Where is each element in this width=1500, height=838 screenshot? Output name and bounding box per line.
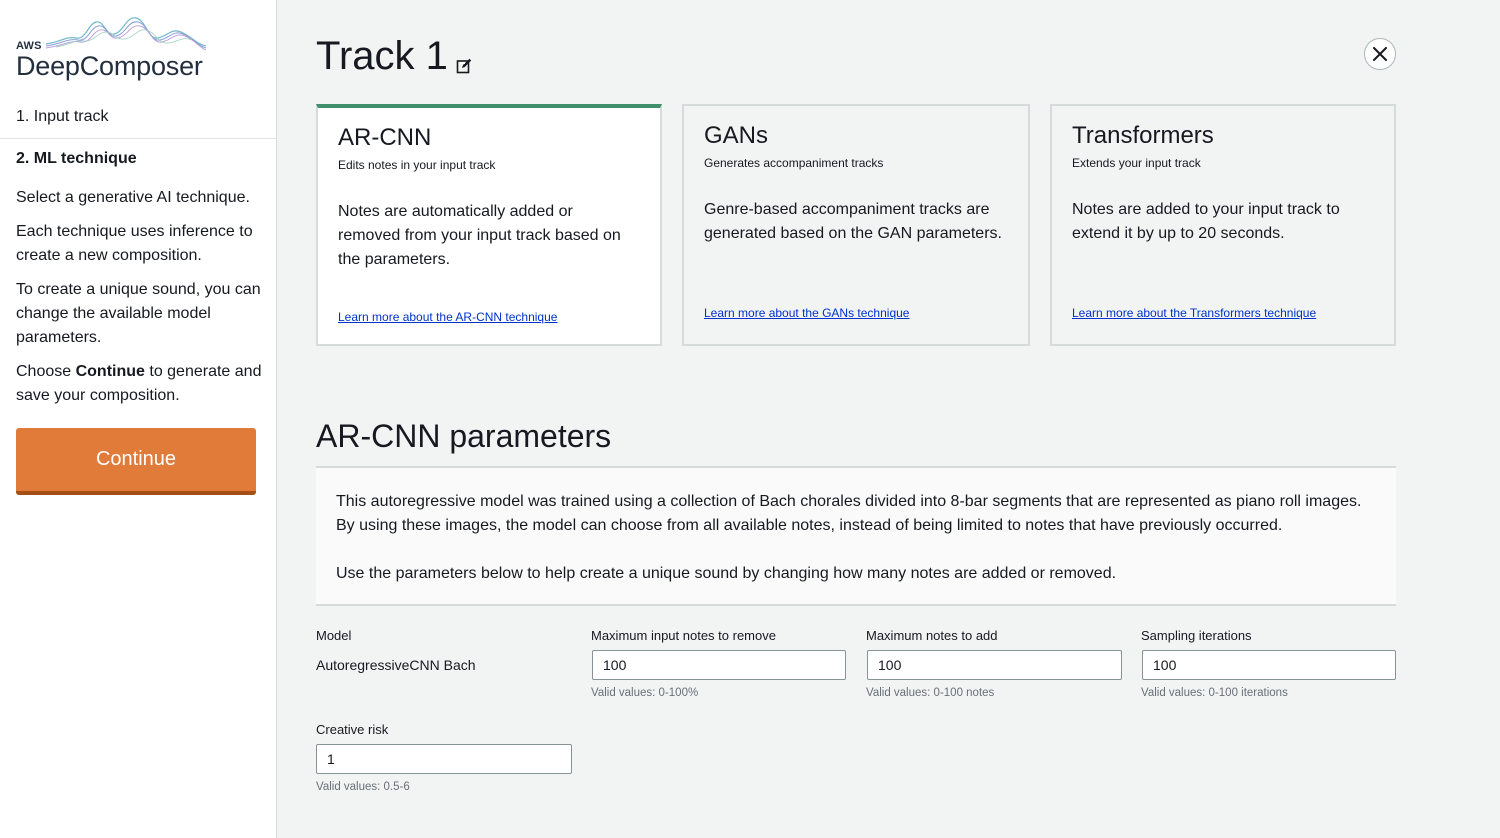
parameters-info-text: This autoregressive model was trained us… bbox=[336, 493, 1362, 534]
card-title: GANs bbox=[704, 122, 769, 149]
learn-more-ar-cnn-link[interactable]: Learn more about the AR-CNN technique bbox=[338, 310, 557, 324]
model-value: AutoregressiveCNN Bach bbox=[316, 657, 476, 673]
continue-text-bold: Continue bbox=[75, 363, 145, 380]
card-subtitle: Generates accompaniment tracks bbox=[704, 156, 884, 170]
sidebar-text-continue: Choose Continue to generate and save you… bbox=[16, 360, 266, 408]
creative-risk-input[interactable] bbox=[316, 744, 572, 774]
learn-more-transformers-link[interactable]: Learn more about the Transformers techni… bbox=[1072, 306, 1316, 320]
close-icon bbox=[1373, 47, 1387, 61]
edit-icon[interactable] bbox=[456, 58, 472, 74]
sampling-iterations-input[interactable] bbox=[1142, 650, 1396, 680]
card-description: Genre-based accompaniment tracks are gen… bbox=[704, 201, 1002, 242]
sampling-iterations-label: Sampling iterations bbox=[1141, 628, 1252, 643]
learn-more-gans-link[interactable]: Learn more about the GANs technique bbox=[704, 306, 909, 320]
step-input-track[interactable]: 1. Input track bbox=[16, 108, 109, 126]
technique-card-transformers[interactable]: Transformers Extends your input track No… bbox=[1050, 104, 1396, 346]
aws-deepcomposer-logo: AWS DeepComposer bbox=[16, 14, 216, 86]
model-label: Model bbox=[316, 628, 352, 643]
product-name: DeepComposer bbox=[16, 51, 203, 81]
max-remove-hint: Valid values: 0-100% bbox=[591, 687, 699, 699]
max-add-input[interactable] bbox=[867, 650, 1122, 680]
parameters-usage-text: Use the parameters below to help create … bbox=[336, 565, 1117, 582]
card-subtitle: Extends your input track bbox=[1072, 156, 1201, 170]
step-ml-technique: 2. ML technique bbox=[16, 150, 137, 167]
max-remove-label: Maximum input notes to remove bbox=[591, 628, 776, 643]
continue-text-pre: Choose bbox=[16, 363, 76, 380]
sidebar-text-select: Select a generative AI technique. bbox=[16, 189, 250, 206]
parameters-info-box: This autoregressive model was trained us… bbox=[316, 466, 1396, 606]
waveform-logo-icon bbox=[46, 17, 206, 51]
sidebar-text-unique: To create a unique sound, you can change… bbox=[16, 281, 261, 346]
close-button[interactable] bbox=[1364, 38, 1396, 70]
creative-risk-label: Creative risk bbox=[316, 722, 389, 737]
card-description: Notes are automatically added or removed… bbox=[338, 203, 621, 268]
creative-risk-hint: Valid values: 0.5-6 bbox=[316, 781, 410, 793]
sampling-iterations-hint: Valid values: 0-100 iterations bbox=[1141, 687, 1288, 699]
technique-card-ar-cnn[interactable]: AR-CNN Edits notes in your input track N… bbox=[316, 104, 662, 346]
parameters-heading: AR-CNN parameters bbox=[316, 418, 612, 454]
sidebar-divider bbox=[0, 138, 276, 139]
card-description: Notes are added to your input track to e… bbox=[1072, 201, 1340, 242]
sidebar: AWS DeepComposer 1. Input track 2. ML te… bbox=[0, 0, 277, 838]
card-title: Transformers bbox=[1072, 122, 1214, 149]
page-title: Track 1 bbox=[316, 34, 448, 78]
technique-card-gans[interactable]: GANs Generates accompaniment tracks Genr… bbox=[682, 104, 1030, 346]
card-title: AR-CNN bbox=[338, 124, 432, 151]
max-add-hint: Valid values: 0-100 notes bbox=[866, 687, 995, 699]
max-add-label: Maximum notes to add bbox=[866, 628, 998, 643]
card-subtitle: Edits notes in your input track bbox=[338, 158, 496, 172]
continue-button[interactable]: Continue bbox=[16, 428, 256, 495]
max-remove-input[interactable] bbox=[592, 650, 846, 680]
sidebar-text-inference: Each technique uses inference to create … bbox=[16, 223, 253, 264]
